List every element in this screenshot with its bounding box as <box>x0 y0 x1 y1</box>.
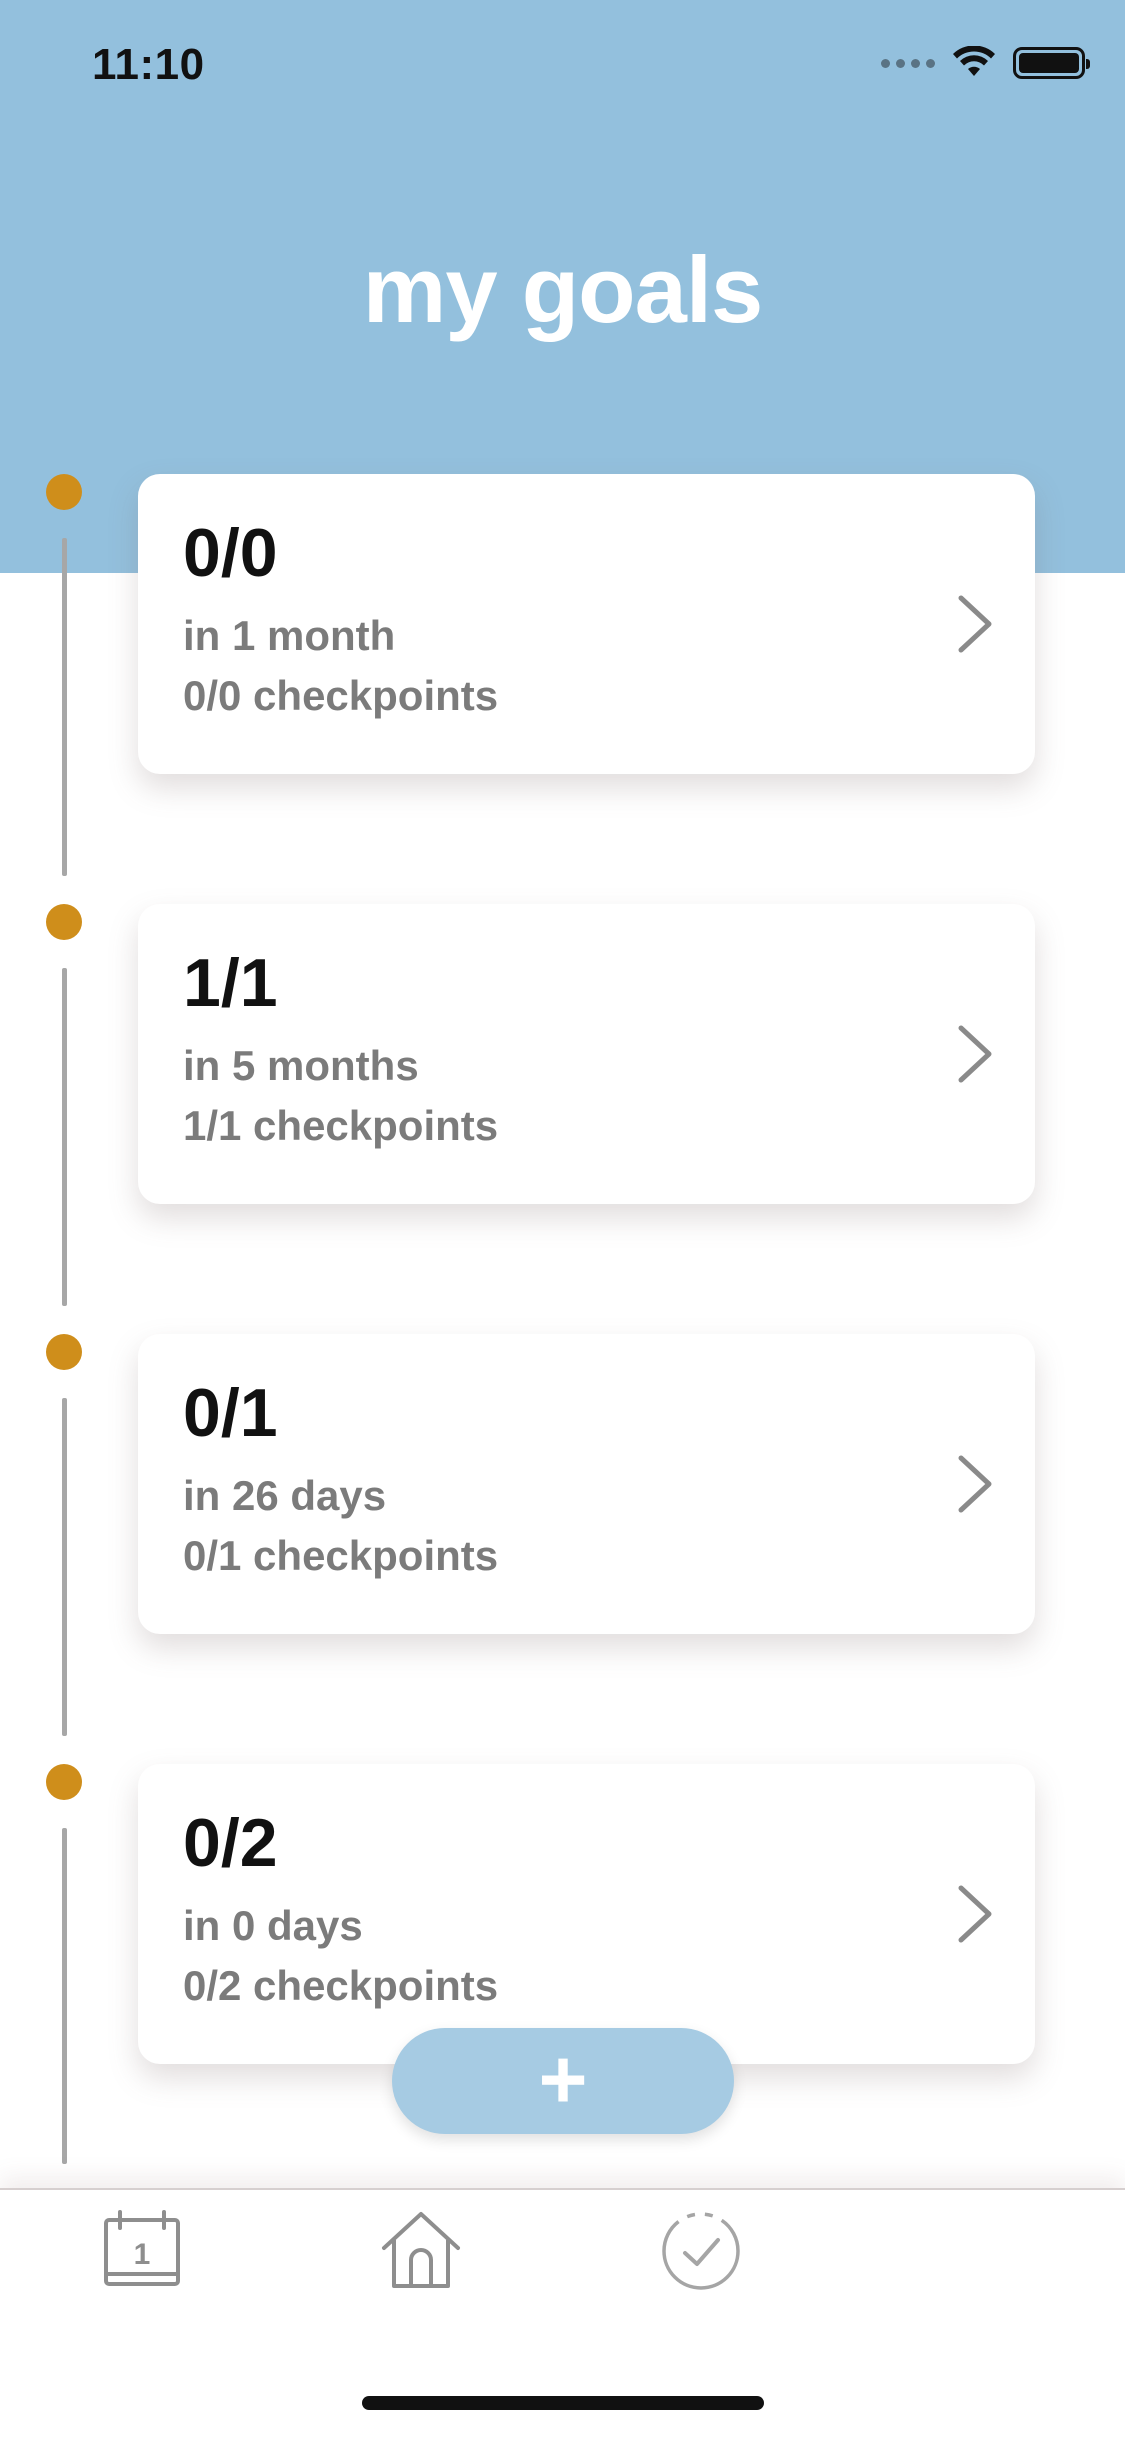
chevron-right-icon <box>958 1025 992 1083</box>
goal-checkpoints: 0/2 checkpoints <box>183 1962 499 2009</box>
chevron-right-icon <box>958 1885 992 1943</box>
cellular-signal-icon <box>881 58 935 68</box>
goal-card[interactable]: 0/1 in 26 days 0/1 checkpoints <box>138 1334 1035 1634</box>
goal-card[interactable]: 1/1 in 5 months 1/1 checkpoints <box>138 904 1035 1204</box>
goal-title: 0/1 <box>183 1375 278 1451</box>
page-title: my goals <box>362 237 764 342</box>
timeline-dot <box>46 1334 82 1370</box>
goal-checkpoints: 1/1 checkpoints <box>183 1102 499 1149</box>
goal-due-date: in 1 month <box>183 612 396 659</box>
home-icon[interactable] <box>378 2208 464 2292</box>
goal-card[interactable]: 0/2 in 0 days 0/2 checkpoints <box>138 1764 1035 2064</box>
timeline-line <box>62 1828 67 2164</box>
goal-title: 0/0 <box>183 515 278 591</box>
add-goal-button-label: + <box>538 2032 588 2126</box>
chevron-right-icon <box>958 1455 992 1513</box>
status-icons <box>881 46 1090 80</box>
timeline-line <box>62 968 67 1306</box>
goal-title: 0/2 <box>183 1805 278 1881</box>
timeline-line <box>62 538 67 876</box>
goal-due-date: in 0 days <box>183 1902 363 1949</box>
calendar-icon[interactable]: 1 <box>100 2210 184 2290</box>
timeline-dot <box>46 904 82 940</box>
home-indicator <box>362 2396 764 2410</box>
goal-card[interactable]: 0/0 in 1 month 0/0 checkpoints <box>138 474 1035 774</box>
checkmark-circle-icon[interactable] <box>658 2208 744 2294</box>
timeline-dot <box>46 474 82 510</box>
status-time: 11:10 <box>92 40 205 89</box>
timeline-line <box>62 1398 67 1736</box>
calendar-icon-day: 1 <box>134 2238 151 2271</box>
goal-due-date: in 5 months <box>183 1042 419 1089</box>
goal-title: 1/1 <box>183 945 278 1021</box>
battery-icon <box>1013 47 1090 79</box>
goal-due-date: in 26 days <box>183 1472 387 1519</box>
goal-checkpoints: 0/1 checkpoints <box>183 1532 499 1579</box>
chevron-right-icon <box>958 595 992 653</box>
add-goal-button[interactable]: + <box>392 2028 734 2134</box>
wifi-icon <box>953 46 995 76</box>
goal-checkpoints: 0/0 checkpoints <box>183 672 499 719</box>
timeline-dot <box>46 1764 82 1800</box>
